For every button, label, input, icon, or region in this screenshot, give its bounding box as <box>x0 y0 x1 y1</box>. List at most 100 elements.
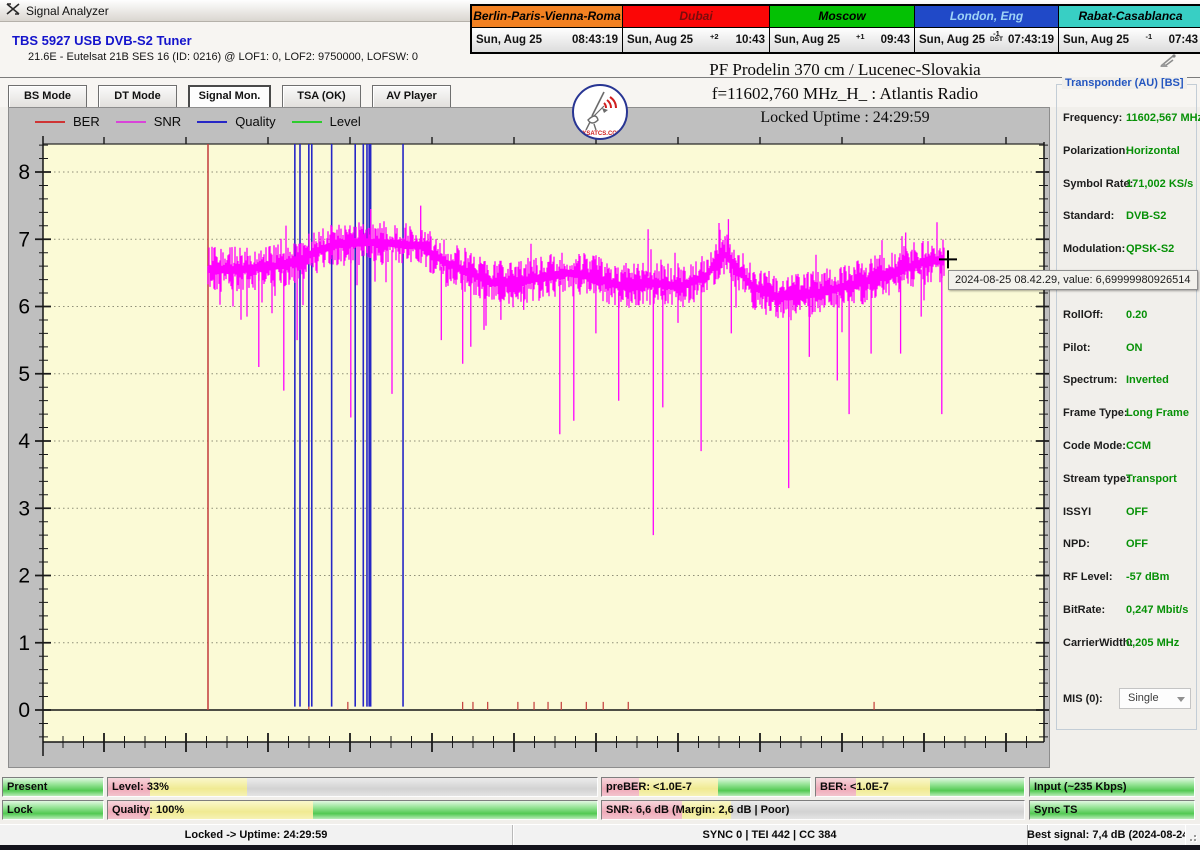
clock-3: MoscowSun, Aug 25+109:43 <box>770 6 915 52</box>
preber-bar-label: preBER: <1.0E-7 <box>606 781 692 793</box>
transponder-row-value: 0,205 MHz <box>1126 637 1179 649</box>
transponder-row-value: QPSK-S2 <box>1126 243 1174 255</box>
input-indicator-bar: Input (~235 Kbps) <box>1029 777 1195 797</box>
transponder-row-label: RF Level: <box>1063 571 1113 583</box>
transponder-row-label: RollOff: <box>1063 309 1103 321</box>
mis-dropdown[interactable]: Single <box>1119 688 1191 709</box>
transponder-row-label: Frame Type: <box>1063 407 1128 419</box>
lock-bar-label: Lock <box>7 804 33 816</box>
transponder-row: Code Mode:CCM <box>1057 440 1196 456</box>
clock-time-value: 09:43 <box>881 34 910 46</box>
clock-city-label: London, Eng <box>915 6 1058 28</box>
mini-antenna-icon <box>1157 52 1179 73</box>
transponder-row-value: Horizontal <box>1126 145 1180 157</box>
clock-utc-offset: -1 <box>1145 34 1152 41</box>
transponder-row-value: 0.20 <box>1126 309 1147 321</box>
lock-indicator-bar: Lock <box>2 800 104 820</box>
tuner-details: 21.6E - Eutelsat 21B SES 16 (ID: 0216) @… <box>28 51 418 63</box>
transponder-row-value: -57 dBm <box>1126 571 1169 583</box>
legend-item-level: Level <box>292 114 361 129</box>
transponder-row-label: BitRate: <box>1063 604 1105 616</box>
level-indicator-bar: Level: 33% <box>107 777 598 797</box>
tab-bs-mode[interactable]: BS Mode <box>8 85 87 108</box>
transponder-row-label: ISSYI <box>1063 506 1091 518</box>
transponder-row: BitRate: 0,247 Mbit/s <box>1057 604 1196 620</box>
input-bar-label: Input (~235 Kbps) <box>1034 781 1127 793</box>
tab-dt-mode[interactable]: DT Mode <box>98 85 177 108</box>
legend-label: Level <box>330 114 361 129</box>
transponder-row: RollOff: 0.20 <box>1057 309 1196 325</box>
transponder-panel: Transponder (AU) [BS] Frequency:11602,56… <box>1056 84 1197 730</box>
transponder-row-value: OFF <box>1126 538 1148 550</box>
plot-background[interactable] <box>43 144 1044 742</box>
transponder-row: Modulation:QPSK-S2 <box>1057 243 1196 259</box>
clock-time-value: 07:43 <box>1169 34 1198 46</box>
status-sync-counters: SYNC 0 | TEI 442 | CC 384 <box>512 825 1028 845</box>
ber-indicator-bar: BER: <1.0E-7 <box>815 777 1025 797</box>
legend-label: BER <box>73 114 100 129</box>
transponder-row-value: Inverted <box>1126 374 1169 386</box>
bar-segment <box>313 801 597 819</box>
legend-item-snr: SNR <box>116 114 181 129</box>
transponder-row-label: Symbol Rate: <box>1063 178 1133 190</box>
tuner-title: TBS 5927 USB DVB-S2 Tuner <box>12 33 192 48</box>
snr-indicator-bar: SNR: 6,6 dB (Margin: 2,6 dB | Poor) <box>601 800 1025 820</box>
clock-date: Sun, Aug 25 <box>919 34 985 46</box>
transponder-row: ISSYI OFF <box>1057 506 1196 522</box>
chart-panel[interactable]: BERSNRQualityLevel 012345678 <box>8 107 1050 768</box>
transponder-row-label: Standard: <box>1063 210 1114 222</box>
transponder-row: Frequency:11602,567 MHz <box>1057 112 1196 128</box>
resize-grip[interactable] <box>1186 831 1198 843</box>
legend-line-icon <box>116 121 146 123</box>
transponder-row-label: Stream type: <box>1063 473 1130 485</box>
mis-value: Single <box>1128 692 1159 704</box>
tab-tsa-ok-[interactable]: TSA (OK) <box>282 85 361 108</box>
clock-time-value: 10:43 <box>736 34 765 46</box>
mis-label: MIS (0): <box>1063 693 1103 705</box>
frequency-label: f=11602,760 MHz_H_ : Atlantis Radio <box>640 84 1050 104</box>
clock-date: Sun, Aug 25 <box>774 34 840 46</box>
quality-bar-label: Quality: 100% <box>112 804 184 816</box>
y-tick-label: 6 <box>18 296 30 319</box>
preber-indicator-bar: preBER: <1.0E-7 <box>601 777 811 797</box>
clock-utc-offset: +2 <box>710 34 719 41</box>
transponder-row-value: 0,247 Mbit/s <box>1126 604 1188 616</box>
transponder-row-label: Pilot: <box>1063 342 1091 354</box>
transponder-row: Stream type:Transport <box>1057 473 1196 489</box>
locked-uptime-label: Locked Uptime : 24:29:59 <box>640 109 1050 127</box>
transponder-row-label: NPD: <box>1063 538 1090 550</box>
transponder-row-label: Spectrum: <box>1063 374 1117 386</box>
status-bar: Locked -> Uptime: 24:29:59 SYNC 0 | TEI … <box>0 824 1200 845</box>
transponder-row: Polarization:Horizontal <box>1057 145 1196 161</box>
clock-2: DubaiSun, Aug 25+210:43 <box>623 6 770 52</box>
transponder-row-value: OFF <box>1126 506 1148 518</box>
transponder-row-value: Long Frame <box>1126 407 1189 419</box>
clock-date: Sun, Aug 25 <box>476 34 542 46</box>
transponder-row-value: 11602,567 MHz <box>1126 112 1200 124</box>
clock-time: Sun, Aug 25-107:43 <box>1059 28 1200 52</box>
clock-time: Sun, Aug 25 +1 09:43 <box>770 28 914 52</box>
clock-utc-offset: +1 <box>856 34 865 41</box>
chart-tooltip: 2024-08-25 08.42.29, value: 6,6999998092… <box>948 270 1198 290</box>
clock-4: London, EngSun, Aug 25-1DST07:43:19 <box>915 6 1059 52</box>
tab-av-player[interactable]: AV Player <box>372 85 451 108</box>
signal-chart[interactable]: 012345678 <box>9 108 1049 767</box>
y-tick-label: 1 <box>18 632 30 655</box>
syncts-indicator-bar: Sync TS <box>1029 800 1195 820</box>
status-lock-uptime: Locked -> Uptime: 24:29:59 <box>0 825 513 845</box>
y-tick-label: 3 <box>18 497 30 520</box>
present-bar-label: Present <box>7 781 47 793</box>
legend-line-icon <box>35 121 65 123</box>
quality-indicator-bar: Quality: 100% <box>107 800 598 820</box>
present-indicator-bar: Present <box>2 777 104 797</box>
transponder-row-value: 171,002 KS/s <box>1126 178 1193 190</box>
bar-segment <box>247 778 597 796</box>
y-tick-label: 4 <box>18 430 30 453</box>
clock-city-label: Berlin-Paris-Vienna-Roma <box>472 6 622 28</box>
transponder-row: Symbol Rate:171,002 KS/s <box>1057 178 1196 194</box>
level-bar-label: Level: 33% <box>112 781 169 793</box>
chart-legend: BERSNRQualityLevel <box>35 114 361 129</box>
window-title: Signal Analyzer <box>26 4 109 18</box>
transponder-row-value: Transport <box>1126 473 1177 485</box>
legend-item-ber: BER <box>35 114 100 129</box>
